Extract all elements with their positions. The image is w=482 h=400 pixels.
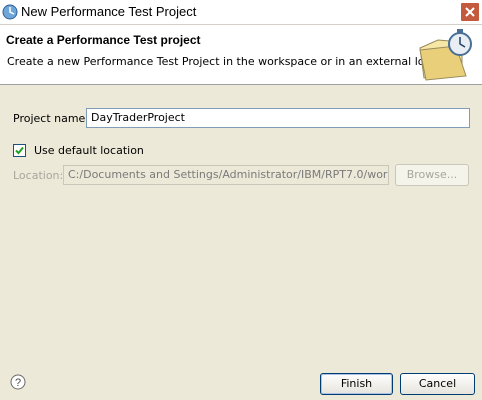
location-input[interactable]: C:/Documents and Settings/Administrator/… <box>63 165 389 185</box>
location-label: Location: <box>13 169 64 182</box>
app-icon <box>2 4 18 20</box>
close-button[interactable] <box>460 2 480 22</box>
project-name-label: Project name: <box>13 112 90 125</box>
checkmark-icon <box>15 146 24 155</box>
project-name-input[interactable]: DayTraderProject <box>86 108 470 128</box>
folder-stopwatch-icon <box>419 29 472 81</box>
page-description: Create a new Performance Test Project in… <box>7 55 462 68</box>
use-default-location-checkbox[interactable] <box>13 144 26 157</box>
use-default-location-label: Use default location <box>34 144 144 157</box>
window-title: New Performance Test Project <box>21 4 197 19</box>
new-performance-test-project-dialog: New Performance Test Project Create a Pe… <box>0 0 482 400</box>
wizard-header: Create a Performance Test project Create… <box>0 25 482 85</box>
help-icon[interactable]: ? <box>10 374 26 390</box>
title-bar: New Performance Test Project <box>0 0 482 25</box>
svg-text:?: ? <box>15 377 21 389</box>
cancel-button[interactable]: Cancel <box>400 373 475 395</box>
browse-button[interactable]: Browse... <box>395 164 469 186</box>
finish-button[interactable]: Finish <box>320 373 393 395</box>
close-icon <box>465 7 475 17</box>
page-title: Create a Performance Test project <box>6 33 201 47</box>
